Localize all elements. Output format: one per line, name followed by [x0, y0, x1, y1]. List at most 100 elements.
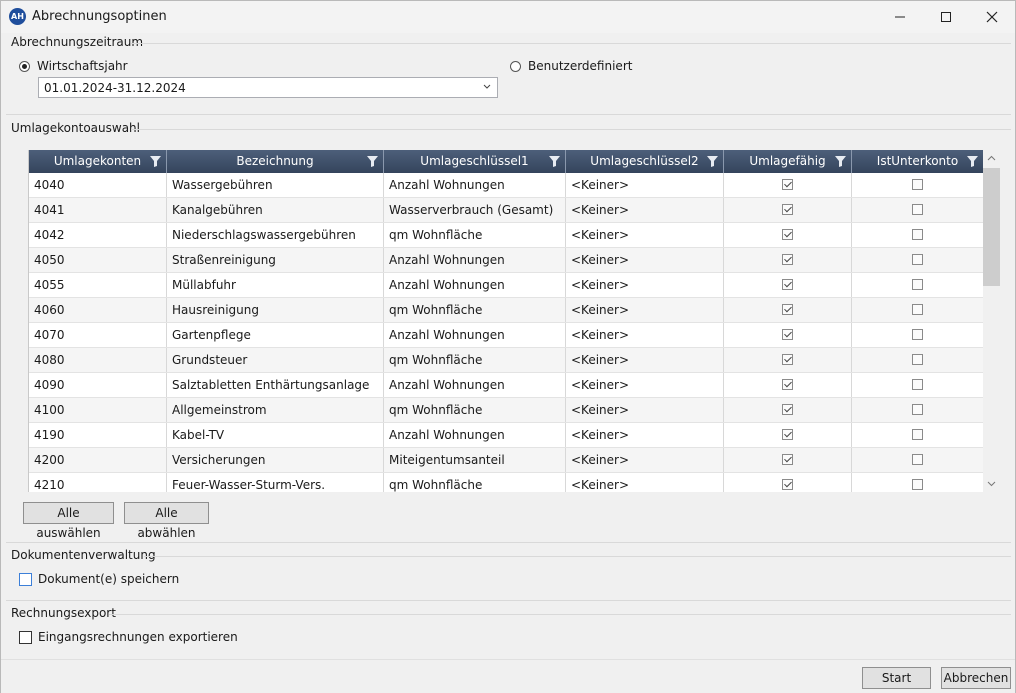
table-cell[interactable]: 4041 [29, 198, 167, 222]
checkbox-cell[interactable] [724, 323, 852, 347]
table-cell[interactable]: <Keiner> [566, 398, 724, 422]
table-row[interactable]: 4055 Müllabfuhr Anzahl Wohnungen <Keiner> [29, 273, 984, 298]
save-documents-checkbox[interactable] [19, 573, 32, 586]
umlagefaehig-checkbox[interactable] [782, 429, 793, 440]
scroll-down-icon[interactable] [987, 481, 996, 487]
table-cell[interactable]: <Keiner> [566, 273, 724, 297]
scroll-up-icon[interactable] [987, 155, 996, 161]
checkbox-cell[interactable] [852, 473, 984, 492]
export-invoices-checkbox[interactable] [19, 631, 32, 644]
table-cell[interactable]: qm Wohnfläche [384, 398, 566, 422]
umlagefaehig-checkbox[interactable] [782, 404, 793, 415]
grid-scrollbar[interactable] [983, 150, 1000, 492]
table-cell[interactable]: Anzahl Wohnungen [384, 373, 566, 397]
column-header-istunterkonto[interactable]: IstUnterkonto [852, 150, 984, 173]
istunterkonto-checkbox[interactable] [912, 304, 923, 315]
start-button[interactable]: Start [862, 667, 931, 689]
table-cell[interactable]: Straßenreinigung [167, 248, 384, 272]
checkbox-cell[interactable] [852, 348, 984, 372]
checkbox-cell[interactable] [724, 173, 852, 197]
checkbox-cell[interactable] [852, 298, 984, 322]
checkbox-cell[interactable] [724, 448, 852, 472]
filter-icon[interactable] [367, 156, 378, 167]
table-cell[interactable]: Kanalgebühren [167, 198, 384, 222]
table-row[interactable]: 4190 Kabel-TV Anzahl Wohnungen <Keiner> [29, 423, 984, 448]
istunterkonto-checkbox[interactable] [912, 479, 923, 490]
checkbox-cell[interactable] [852, 273, 984, 297]
checkbox-cell[interactable] [724, 223, 852, 247]
filter-icon[interactable] [549, 156, 560, 167]
table-cell[interactable]: 4060 [29, 298, 167, 322]
filter-icon[interactable] [967, 156, 978, 167]
table-cell[interactable]: Grundsteuer [167, 348, 384, 372]
checkbox-cell[interactable] [724, 348, 852, 372]
table-cell[interactable]: 4055 [29, 273, 167, 297]
umlagefaehig-checkbox[interactable] [782, 179, 793, 190]
table-cell[interactable]: qm Wohnfläche [384, 223, 566, 247]
umlagefaehig-checkbox[interactable] [782, 229, 793, 240]
table-row[interactable]: 4090 Salztabletten Enthärtungsanlage Anzah… [29, 373, 984, 398]
table-cell[interactable]: 4080 [29, 348, 167, 372]
table-row[interactable]: 4070 Gartenpflege Anzahl Wohnungen <Keiner> [29, 323, 984, 348]
umlagefaehig-checkbox[interactable] [782, 204, 793, 215]
maximize-button[interactable] [923, 1, 969, 33]
table-cell[interactable]: 4210 [29, 473, 167, 492]
select-all-button[interactable]: Alle auswählen [23, 502, 114, 540]
table-cell[interactable]: qm Wohnfläche [384, 473, 566, 492]
checkbox-cell[interactable] [852, 323, 984, 347]
table-cell[interactable]: qm Wohnfläche [384, 348, 566, 372]
fiscal-year-label[interactable]: Wirtschaftsjahr [37, 59, 128, 73]
minimize-button[interactable] [877, 1, 923, 33]
table-cell[interactable]: Hausreinigung [167, 298, 384, 322]
table-row[interactable]: 4050 Straßenreinigung Anzahl Wohnungen <Kei… [29, 248, 984, 273]
table-cell[interactable]: 4100 [29, 398, 167, 422]
table-cell[interactable]: Allgemeinstrom [167, 398, 384, 422]
table-row[interactable]: 4042 Niederschlagswassergebühren qm Wohnfl… [29, 223, 984, 248]
column-header-umlageschluessel1[interactable]: Umlageschlüssel1 [384, 150, 566, 173]
custom-period-radio[interactable] [510, 61, 521, 72]
table-cell[interactable]: Versicherungen [167, 448, 384, 472]
istunterkonto-checkbox[interactable] [912, 454, 923, 465]
table-cell[interactable]: Feuer-Wasser-Sturm-Vers. [167, 473, 384, 492]
table-row[interactable]: 4100 Allgemeinstrom qm Wohnfläche <Keiner> [29, 398, 984, 423]
checkbox-cell[interactable] [852, 398, 984, 422]
table-cell[interactable]: <Keiner> [566, 448, 724, 472]
table-cell[interactable]: Wasserverbrauch (Gesamt) [384, 198, 566, 222]
table-cell[interactable]: Gartenpflege [167, 323, 384, 347]
umlagefaehig-checkbox[interactable] [782, 279, 793, 290]
checkbox-cell[interactable] [852, 248, 984, 272]
table-row[interactable]: 4040 Wassergebühren Anzahl Wohnungen <Keine… [29, 173, 984, 198]
filter-icon[interactable] [707, 156, 718, 167]
table-cell[interactable]: <Keiner> [566, 373, 724, 397]
istunterkonto-checkbox[interactable] [912, 404, 923, 415]
table-cell[interactable]: <Keiner> [566, 223, 724, 247]
istunterkonto-checkbox[interactable] [912, 429, 923, 440]
istunterkonto-checkbox[interactable] [912, 329, 923, 340]
table-cell[interactable]: Miteigentumsanteil [384, 448, 566, 472]
table-cell[interactable]: 4190 [29, 423, 167, 447]
table-cell[interactable]: 4070 [29, 323, 167, 347]
checkbox-cell[interactable] [852, 173, 984, 197]
table-cell[interactable]: Anzahl Wohnungen [384, 173, 566, 197]
table-cell[interactable]: Niederschlagswassergebühren [167, 223, 384, 247]
cancel-button[interactable]: Abbrechen [941, 667, 1011, 689]
table-cell[interactable]: <Keiner> [566, 298, 724, 322]
column-header-bezeichnung[interactable]: Bezeichnung [167, 150, 384, 173]
checkbox-cell[interactable] [724, 398, 852, 422]
table-cell[interactable]: 4090 [29, 373, 167, 397]
istunterkonto-checkbox[interactable] [912, 179, 923, 190]
umlagefaehig-checkbox[interactable] [782, 354, 793, 365]
scrollbar-thumb[interactable] [983, 168, 1000, 286]
checkbox-cell[interactable] [852, 223, 984, 247]
table-cell[interactable]: Müllabfuhr [167, 273, 384, 297]
accounts-grid[interactable]: Umlagekonten Bezeichnung Umlageschlüssel… [28, 150, 984, 492]
close-button[interactable] [969, 1, 1015, 33]
umlagefaehig-checkbox[interactable] [782, 329, 793, 340]
table-cell[interactable]: Anzahl Wohnungen [384, 323, 566, 347]
umlagefaehig-checkbox[interactable] [782, 479, 793, 490]
table-cell[interactable]: <Keiner> [566, 173, 724, 197]
checkbox-cell[interactable] [852, 448, 984, 472]
checkbox-cell[interactable] [724, 473, 852, 492]
fiscal-year-radio[interactable] [19, 61, 30, 72]
column-header-umlagekonten[interactable]: Umlagekonten [29, 150, 167, 173]
